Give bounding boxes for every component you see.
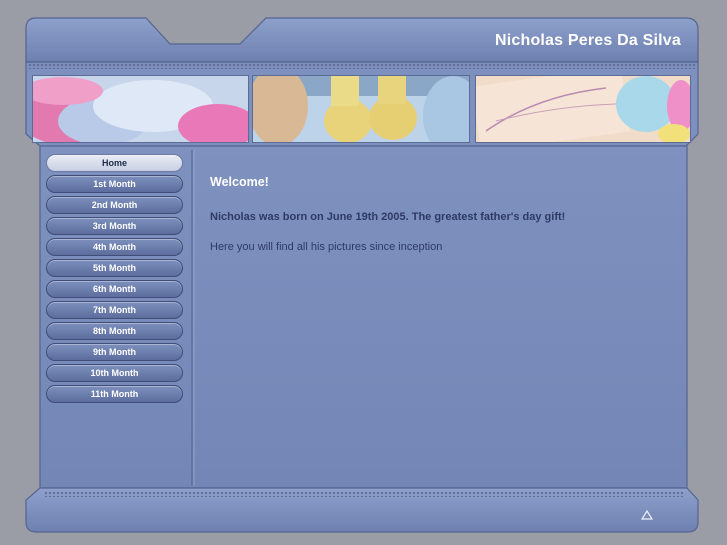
- nav-month-10-button[interactable]: 10th Month: [46, 364, 183, 382]
- sidebar-nav: Home 1st Month 2nd Month 3rd Month 4th M…: [46, 154, 184, 406]
- baby-clothes-photo: [32, 75, 249, 143]
- description-text: Here you will find all his pictures sinc…: [210, 241, 443, 253]
- nav-month-5-button[interactable]: 5th Month: [46, 259, 183, 277]
- nav-month-4-button[interactable]: 4th Month: [46, 238, 183, 256]
- nav-month-1-button[interactable]: 1st Month: [46, 175, 183, 193]
- nav-month-3-button[interactable]: 3rd Month: [46, 217, 183, 235]
- birth-announcement-photo: [475, 75, 691, 143]
- nav-month-8-button[interactable]: 8th Month: [46, 322, 183, 340]
- nav-month-11-button[interactable]: 11th Month: [46, 385, 183, 403]
- baby-booties-photo: [252, 75, 470, 143]
- intro-text: Nicholas was born on June 19th 2005. The…: [210, 211, 566, 223]
- main-content: Welcome! Nicholas was born on June 19th …: [210, 175, 680, 253]
- nav-home-button[interactable]: Home: [46, 154, 183, 172]
- nav-month-7-button[interactable]: 7th Month: [46, 301, 183, 319]
- nav-month-9-button[interactable]: 9th Month: [46, 343, 183, 361]
- footer-rivet-strip: [44, 491, 684, 497]
- triangle-up-icon[interactable]: [641, 510, 653, 520]
- nav-month-6-button[interactable]: 6th Month: [46, 280, 183, 298]
- nav-month-2-button[interactable]: 2nd Month: [46, 196, 183, 214]
- site-title: Nicholas Peres Da Silva: [494, 32, 681, 49]
- header-rivet-strip: [28, 63, 697, 69]
- welcome-heading: Welcome!: [210, 175, 269, 189]
